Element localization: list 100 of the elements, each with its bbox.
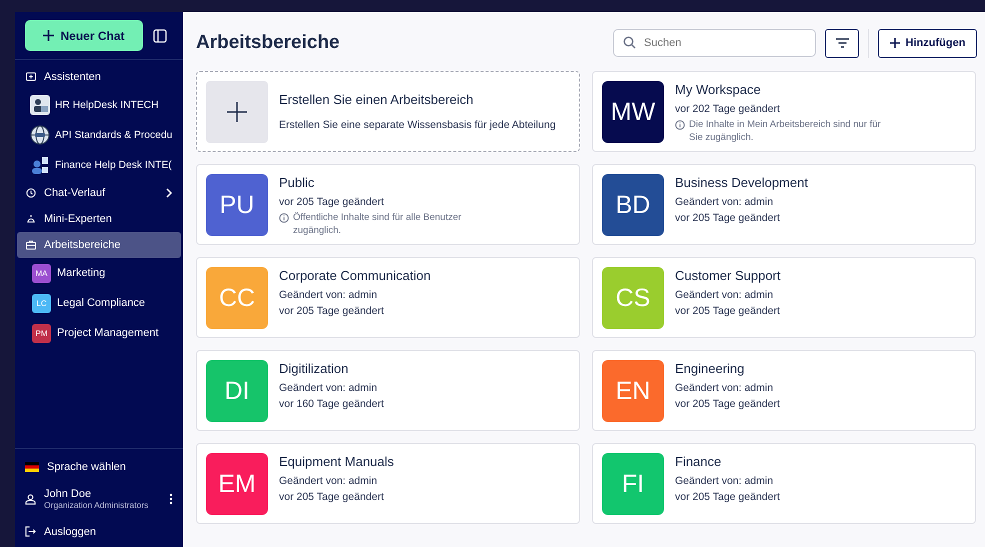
logout-icon <box>25 526 36 537</box>
sidebar-item[interactable]: Mini-Experten <box>17 206 181 232</box>
card-title: Customer Support <box>675 268 780 283</box>
workspace-avatar: FI <box>602 453 664 515</box>
card-description: Erstellen Sie eine separate Wissensbasis für jede Abteilung <box>279 119 556 131</box>
workspace-item[interactable]: MA Marketing <box>17 258 181 288</box>
workspace-avatar: CC <box>206 267 268 329</box>
card-meta: vor 160 Tage geändert <box>279 398 384 410</box>
workspace-item[interactable]: PM Project Management <box>17 318 181 348</box>
user-role: Organization Administrators <box>44 500 148 510</box>
card-meta: Geändert von: admin <box>279 382 378 394</box>
workspace-card[interactable]: FI Finance Geändert von: admin vor 205 Tage geändert <box>592 443 976 524</box>
sidebar-item-label: Arbeitsbereiche <box>44 239 120 251</box>
page-title: Arbeitsbereiche <box>196 32 340 54</box>
sidebar-toggle-icon[interactable] <box>153 28 167 42</box>
sidebar-item-label: Assistenten <box>44 71 101 83</box>
workspace-avatar: EN <box>602 360 664 422</box>
language-label: Sprache wählen <box>47 460 126 472</box>
more-options-icon[interactable] <box>169 493 173 505</box>
sidebar-item[interactable]: Arbeitsbereiche <box>17 232 181 258</box>
card-title: Public <box>279 175 316 190</box>
workspace-card[interactable]: DI Digitilization Geändert von: admin vor 160 Tage geändert <box>196 350 580 431</box>
workspace-badge: LC <box>32 294 51 312</box>
card-title: Equipment Manuals <box>279 454 394 469</box>
plus-icon <box>890 38 900 48</box>
new-chat-button[interactable]: Neuer Chat <box>25 20 143 51</box>
card-title: Engineering <box>675 361 746 376</box>
language-selector[interactable]: Sprache wählen <box>15 453 183 480</box>
workspace-avatar: CS <box>602 267 664 329</box>
workspace-card[interactable]: CS Customer Support Geändert von: admin vor 205 Tage geändert <box>592 257 976 338</box>
sidebar-item-label: Chat-Verlauf <box>44 187 106 199</box>
info-icon <box>279 213 289 223</box>
card-meta: vor 205 Tage geändert <box>279 491 385 503</box>
assistant-item[interactable]: Finance Help Desk INTE( <box>17 150 181 180</box>
card-meta: vor 202 Tage geändert <box>675 103 781 115</box>
info-icon <box>675 120 685 130</box>
workspace-card[interactable]: BD Business Development Geändert von: admin vor 205 Tage geändert <box>592 164 976 245</box>
card-meta: Geändert von: admin <box>279 475 378 487</box>
assistant-name: Finance Help Desk INTE( <box>55 160 172 170</box>
card-meta: Geändert von: admin <box>675 196 774 208</box>
create-workspace-card[interactable]: Erstellen Sie einen Arbeitsbereich Erstellen Sie eine separate Wissensbasis für jede Abteilung <box>196 71 580 152</box>
plus-icon <box>43 30 54 41</box>
search-icon <box>623 36 636 49</box>
card-title: Digitilization <box>279 361 350 376</box>
workspace-name: Project Management <box>57 327 158 339</box>
workspace-avatar: DI <box>206 360 268 422</box>
card-meta: Geändert von: admin <box>675 475 774 487</box>
person-monitor-icon <box>30 95 50 115</box>
card-meta: Geändert von: admin <box>279 289 378 301</box>
workspace-card[interactable]: EN Engineering Geändert von: admin vor 205 Tage geändert <box>592 350 976 431</box>
person-document-icon <box>30 155 50 175</box>
plus-icon <box>227 102 247 122</box>
workspace-card[interactable]: PU Public vor 205 Tage geändert Öffentliche Inhalte sind für alle Benutzer zugänglich. <box>196 164 580 245</box>
filter-icon <box>836 38 848 48</box>
card-meta: Geändert von: admin <box>675 382 774 394</box>
card-note: Die Inhalte in Mein Arbeitsbereich sind nur für Sie zugänglich. <box>689 119 882 145</box>
card-meta: vor 205 Tage geändert <box>675 212 781 224</box>
card-note: Öffentliche Inhalte sind für alle Benutzer zugänglich. <box>293 212 462 238</box>
card-meta: vor 205 Tage geändert <box>279 196 385 208</box>
section-icon <box>25 71 37 83</box>
card-title: My Workspace <box>675 82 762 97</box>
card-title: Finance <box>675 454 722 469</box>
logout-label: Ausloggen <box>44 526 96 538</box>
workspace-avatar: PU <box>206 174 268 236</box>
search-field[interactable]: Suchen <box>613 29 816 57</box>
workspace-card[interactable]: EM Equipment Manuals Geändert von: admin vor 205 Tage geändert <box>196 443 580 524</box>
assistant-name: HR HelpDesk INTECH <box>55 100 159 110</box>
card-meta: vor 205 Tage geändert <box>675 398 780 410</box>
workspace-badge: PM <box>32 324 51 342</box>
sidebar-item-label: Mini-Experten <box>44 213 112 225</box>
add-button[interactable]: Hinzufügen <box>878 28 977 58</box>
workspace-card[interactable]: CC Corporate Communication Geändert von: admin vor 205 Tage geändert <box>196 257 580 338</box>
card-meta: vor 205 Tage geändert <box>279 305 385 317</box>
assistant-item[interactable]: HR HelpDesk INTECH <box>17 90 181 120</box>
card-meta: vor 205 Tage geändert <box>675 491 780 503</box>
sidebar-item[interactable]: Assistenten <box>17 64 181 90</box>
section-icon <box>25 187 37 199</box>
german-flag-icon <box>25 462 39 472</box>
user-name: John Doe <box>44 488 92 500</box>
card-title: Business Development <box>675 175 808 190</box>
logout-link[interactable]: Ausloggen <box>15 518 183 545</box>
card-title: Corporate Communication <box>279 268 431 283</box>
card-meta: Geändert von: admin <box>675 289 774 301</box>
workspace-item[interactable]: LC Legal Compliance <box>17 288 181 318</box>
workspace-avatar: EM <box>206 453 268 515</box>
workspace-name: Marketing <box>57 267 106 279</box>
assistant-item[interactable]: API Standards & Procedu <box>17 120 181 150</box>
card-title: Erstellen Sie einen Arbeitsbereich <box>279 92 474 107</box>
workspace-card[interactable]: MW My Workspace vor 202 Tage geändert Die Inhalte in Mein Arbeitsbereich sind nur für Sie zugänglich. <box>592 71 976 152</box>
sidebar-item[interactable]: Chat-Verlauf <box>17 180 181 206</box>
workspace-avatar: MW <box>602 81 664 143</box>
assistant-name: API Standards & Procedu <box>55 130 172 140</box>
workspace-badge: MA <box>32 264 51 282</box>
workspace-name: Legal Compliance <box>57 297 146 309</box>
section-icon <box>25 239 37 251</box>
card-meta: vor 205 Tage geändert <box>675 305 780 317</box>
user-icon <box>25 494 36 504</box>
filter-button[interactable] <box>825 28 859 58</box>
section-icon <box>25 213 37 225</box>
workspace-avatar: BD <box>602 174 664 236</box>
